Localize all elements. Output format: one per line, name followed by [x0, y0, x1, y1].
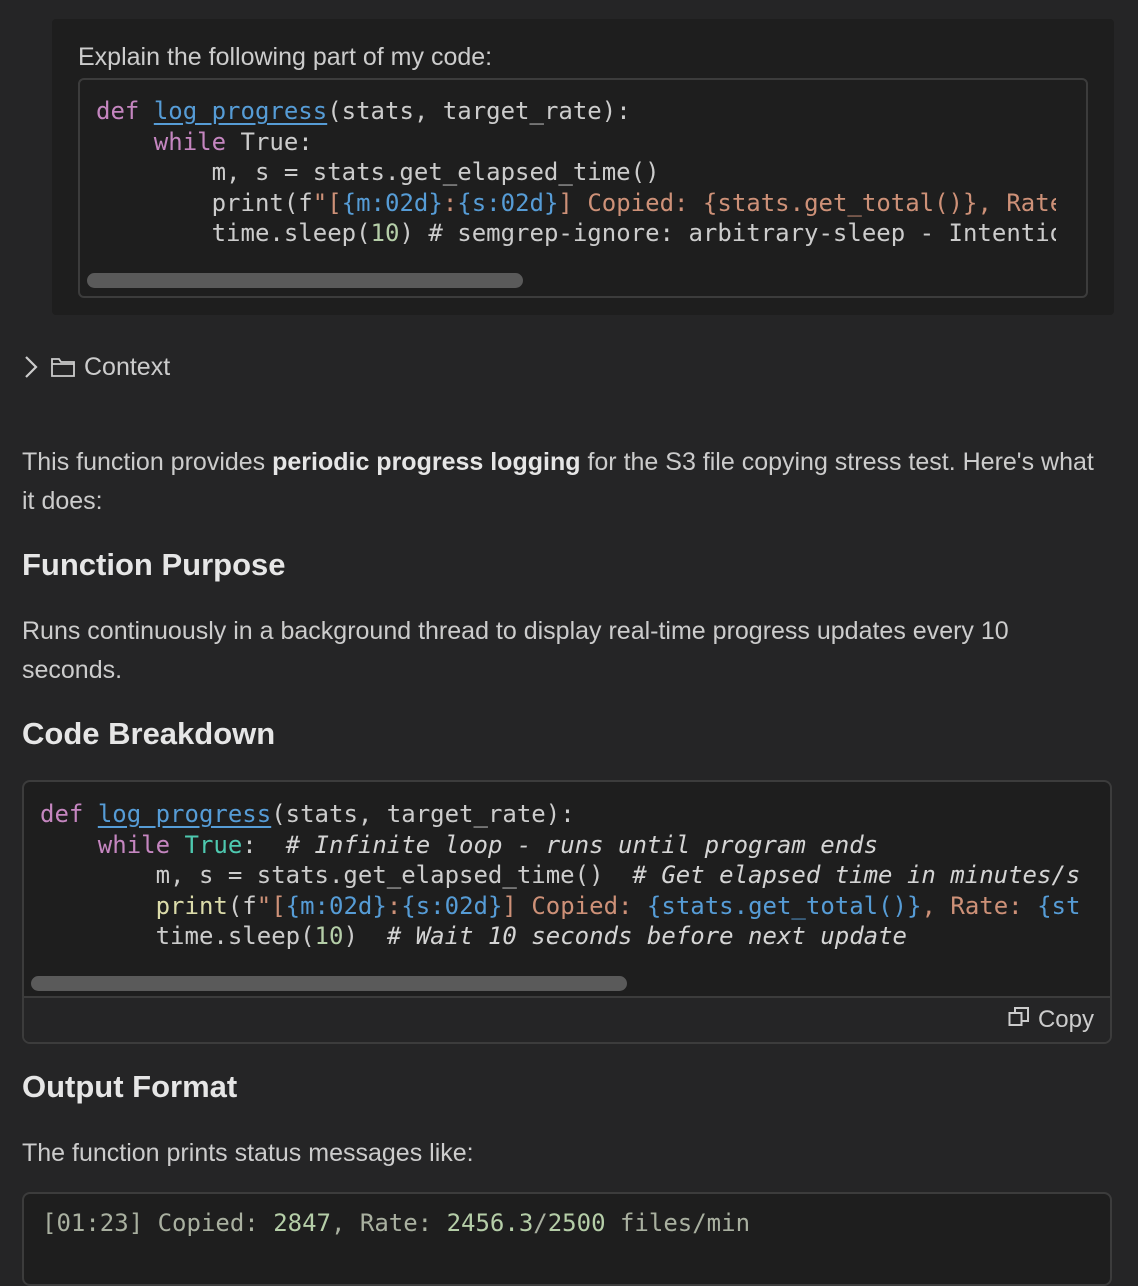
code-line: while True:	[153, 127, 313, 156]
code-line: def log_progress(stats, target_rate):	[40, 800, 575, 828]
chevron-right-icon	[22, 350, 42, 384]
output-line: [01:23] Copied: 2847, Rate: 2456.3/2500 …	[42, 1209, 751, 1237]
output-sample: [01:23] Copied: 2847, Rate: 2456.3/2500 …	[42, 1208, 1080, 1239]
output-paragraph: The function prints status messages like…	[22, 1139, 474, 1167]
code-line: print(f"[{m:02d}:{s:02d}] Copied: {stats…	[96, 188, 1056, 217]
code-line: print(f"[{m:02d}:{s:02d}] Copied: {stats…	[155, 891, 1080, 920]
purpose-heading: Function Purpose	[22, 547, 286, 582]
prompt-code-lines: def log_progress(stats, target_rate): wh…	[96, 96, 1056, 249]
prompt-code-block[interactable]: def log_progress(stats, target_rate): wh…	[78, 78, 1088, 298]
breakdown-code-lines: def log_progress(stats, target_rate): wh…	[40, 799, 1080, 952]
folder-icon	[50, 350, 76, 384]
copy-icon	[1008, 1006, 1030, 1035]
breakdown-heading: Code Breakdown	[22, 716, 276, 751]
intro-paragraph: This function provides periodic progress…	[22, 443, 1102, 521]
copy-button[interactable]: Copy	[1008, 1004, 1094, 1036]
purpose-paragraph: Runs continuously in a background thread…	[22, 617, 1009, 684]
code-line: def log_progress(stats, target_rate):	[96, 97, 631, 125]
prompt-text: Explain the following part of my code:	[78, 43, 493, 71]
context-toggle[interactable]: Context	[22, 350, 170, 384]
code-breakdown-block[interactable]: def log_progress(stats, target_rate): wh…	[22, 780, 1112, 1044]
code-line: while True: # Infinite loop - runs until…	[97, 830, 879, 859]
code-line: m, s = stats.get_elapsed_time()	[96, 158, 660, 186]
user-prompt-card: Explain the following part of my code: d…	[52, 19, 1114, 315]
output-heading: Output Format	[22, 1069, 238, 1104]
horizontal-scrollbar[interactable]	[87, 273, 523, 288]
output-sample-block[interactable]: [01:23] Copied: 2847, Rate: 2456.3/2500 …	[22, 1192, 1112, 1286]
intro-text: This function provides	[22, 448, 273, 476]
code-line: time.sleep(10) # semgrep-ignore: arbitra…	[96, 219, 1056, 247]
code-line: m, s = stats.get_elapsed_time() # Get el…	[40, 861, 1080, 889]
copy-label: Copy	[1037, 1006, 1094, 1033]
context-label: Context	[84, 352, 171, 381]
copy-bar: Copy	[24, 996, 1110, 1042]
intro-bold: periodic progress logging	[272, 448, 581, 476]
code-line: time.sleep(10) # Wait 10 seconds before …	[40, 922, 907, 950]
horizontal-scrollbar[interactable]	[31, 976, 627, 991]
